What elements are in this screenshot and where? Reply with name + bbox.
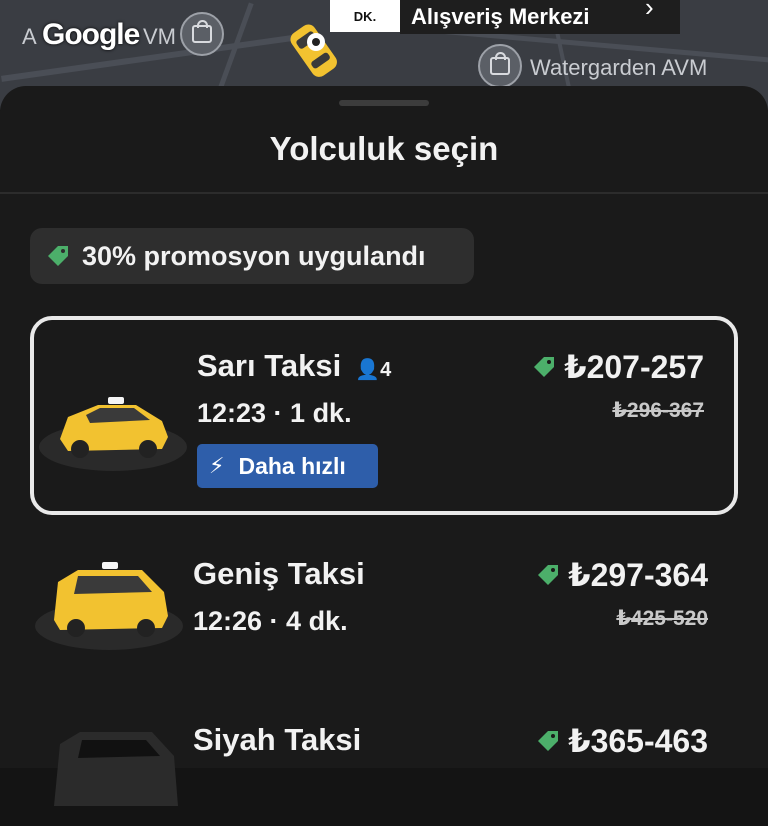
shopping-bag-icon[interactable] xyxy=(478,44,522,88)
destination-box[interactable]: Alışveriş Merkezi xyxy=(400,0,680,34)
black-van-icon xyxy=(54,732,178,806)
map-label-watergarden: Watergarden AVM xyxy=(530,55,708,80)
faster-badge: ⚡ Daha hızlı xyxy=(197,444,378,488)
ride-price: ₺365-463 xyxy=(536,722,708,760)
ride-price-text: ₺297-364 xyxy=(568,557,708,593)
ride-price-text: ₺365-463 xyxy=(568,723,708,759)
shopping-bag-icon[interactable] xyxy=(180,12,224,56)
ride-name: Siyah Taksi xyxy=(193,722,362,757)
ride-price: ₺207-257 xyxy=(532,348,704,386)
divider xyxy=(0,192,768,194)
ride-old-price: ₺425-520 xyxy=(616,607,708,630)
map-label-avm-suffix: VM xyxy=(143,24,176,49)
tag-icon xyxy=(538,565,559,585)
ride-option-sari-taksi[interactable]: Sarı Taksi 👤4 12:23 · 1 dk. ₺207-257 ₺296… xyxy=(30,316,738,515)
ride-selection-sheet: Yolculuk seçin 30% promosyon uygulandı S… xyxy=(0,86,768,806)
ride-name-text: Sarı Taksi xyxy=(197,348,342,383)
tag-icon xyxy=(534,357,555,377)
tag-icon xyxy=(48,246,68,266)
ride-capacity-count: 4 xyxy=(380,359,392,381)
ride-time: 12:26 · 4 dk. xyxy=(193,606,348,636)
drag-handle[interactable] xyxy=(339,100,429,106)
faster-badge-label: Daha hızlı xyxy=(238,452,346,479)
ride-price-text: ₺207-257 xyxy=(564,349,704,385)
ride-name: Sarı Taksi 👤4 xyxy=(197,348,391,384)
lightning-icon: ⚡ xyxy=(209,453,225,478)
page-title: Yolculuk seçin xyxy=(269,130,499,167)
destination-label: Alışveriş Merkezi xyxy=(411,4,590,29)
promo-banner[interactable]: 30% promosyon uygulandı xyxy=(30,228,474,284)
ride-time: 12:23 · 1 dk. xyxy=(197,398,352,428)
promo-text: 30% promosyon uygulandı xyxy=(82,240,426,271)
ride-option-genis-taksi[interactable]: Geniş Taksi 12:26 · 4 dk. ₺297-364 ₺425-… xyxy=(30,538,738,668)
google-logo: Google xyxy=(42,18,140,51)
ride-name: Geniş Taksi xyxy=(193,556,365,591)
tag-icon xyxy=(538,731,559,751)
person-icon: 👤 xyxy=(355,359,381,381)
chevron-right-icon: › xyxy=(645,0,654,22)
ride-capacity: 👤4 xyxy=(355,359,391,381)
taxi-marker-icon xyxy=(290,24,337,77)
ride-old-price: ₺296-367 xyxy=(612,399,704,422)
yellow-taxi-icon xyxy=(39,397,187,471)
map-label-avm-prefix: A xyxy=(22,24,37,49)
ride-option-siyah-taksi[interactable]: Siyah Taksi ₺365-463 xyxy=(30,706,738,806)
ride-price: ₺297-364 xyxy=(536,556,708,594)
eta-unit: DK. xyxy=(353,8,377,24)
yellow-van-icon xyxy=(35,562,183,650)
